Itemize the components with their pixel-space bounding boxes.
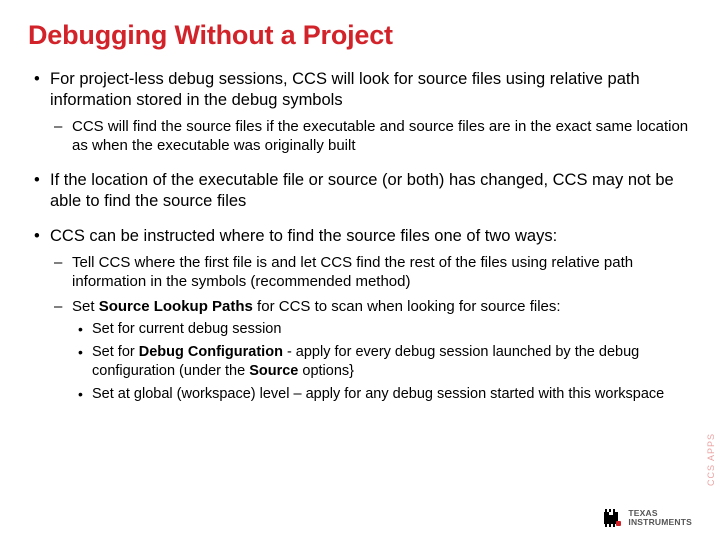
bullet-3b1: Set for current debug session	[72, 320, 692, 339]
bullet-3b: Set Source Lookup Paths for CCS to scan …	[50, 297, 692, 404]
bullet-1a: CCS will find the source files if the ex…	[50, 117, 692, 155]
bullet-3b2-pre: Set for	[92, 344, 139, 360]
bullet-3b2-bold2: Source	[249, 363, 298, 379]
bullet-3b3: Set at global (workspace) level – apply …	[72, 385, 692, 404]
bullet-3b-bold: Source Lookup Paths	[99, 298, 253, 315]
bullet-3-sub: Tell CCS where the first file is and let…	[50, 253, 692, 404]
bullet-1-text: For project-less debug sessions, CCS wil…	[50, 70, 640, 109]
bullet-list: For project-less debug sessions, CCS wil…	[28, 69, 692, 404]
bullet-1: For project-less debug sessions, CCS wil…	[28, 69, 692, 156]
side-label: CCS APPS	[706, 433, 716, 486]
slide: Debugging Without a Project For project-…	[0, 0, 720, 540]
footer: TEXAS INSTRUMENTS	[600, 508, 692, 528]
slide-title: Debugging Without a Project	[28, 20, 692, 51]
bullet-3b2: Set for Debug Configuration - apply for …	[72, 343, 692, 381]
bullet-3: CCS can be instructed where to find the …	[28, 226, 692, 404]
bullet-1-sub: CCS will find the source files if the ex…	[50, 117, 692, 155]
bullet-3b-post: for CCS to scan when looking for source …	[253, 298, 561, 315]
bullet-3b-sub: Set for current debug session Set for De…	[72, 320, 692, 403]
ti-logo-text: TEXAS INSTRUMENTS	[628, 509, 692, 527]
bullet-2: If the location of the executable file o…	[28, 170, 692, 212]
bullet-3b2-bold1: Debug Configuration	[139, 344, 283, 360]
bullet-3b-pre: Set	[72, 298, 99, 315]
bullet-3a: Tell CCS where the first file is and let…	[50, 253, 692, 291]
ti-logo-icon	[600, 508, 622, 528]
ti-brand-line2: INSTRUMENTS	[628, 518, 692, 527]
bullet-3b2-post: options}	[298, 363, 354, 379]
bullet-3-text: CCS can be instructed where to find the …	[50, 227, 557, 245]
